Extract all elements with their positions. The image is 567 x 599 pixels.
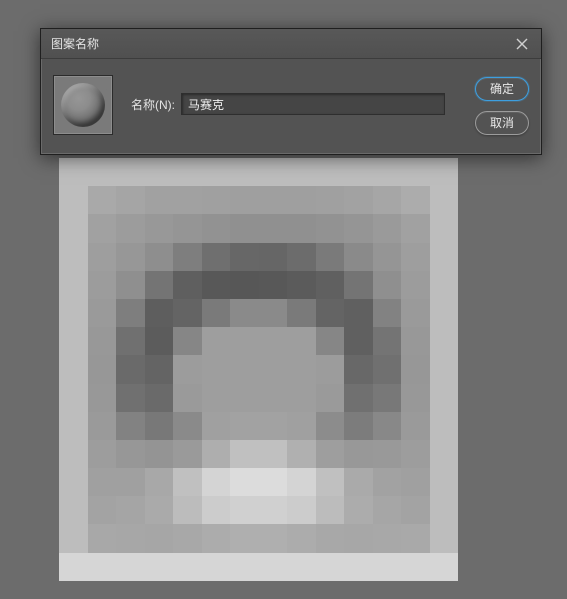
pattern-thumbnail — [53, 75, 113, 135]
close-button[interactable] — [513, 35, 531, 53]
pattern-name-input[interactable] — [181, 93, 445, 115]
cancel-button[interactable]: 取消 — [475, 111, 529, 135]
name-row: 名称(N): — [131, 93, 445, 115]
pattern-name-dialog: 图案名称 名称(N): 确定 取消 — [40, 28, 542, 155]
close-icon — [516, 38, 528, 50]
mosaic-preview — [59, 158, 458, 581]
ok-button[interactable]: 确定 — [475, 77, 529, 101]
document-canvas — [59, 158, 458, 581]
name-label: 名称(N): — [131, 96, 175, 113]
pattern-thumbnail-image — [61, 83, 105, 127]
dialog-title: 图案名称 — [51, 29, 99, 59]
dialog-titlebar[interactable]: 图案名称 — [41, 29, 541, 59]
